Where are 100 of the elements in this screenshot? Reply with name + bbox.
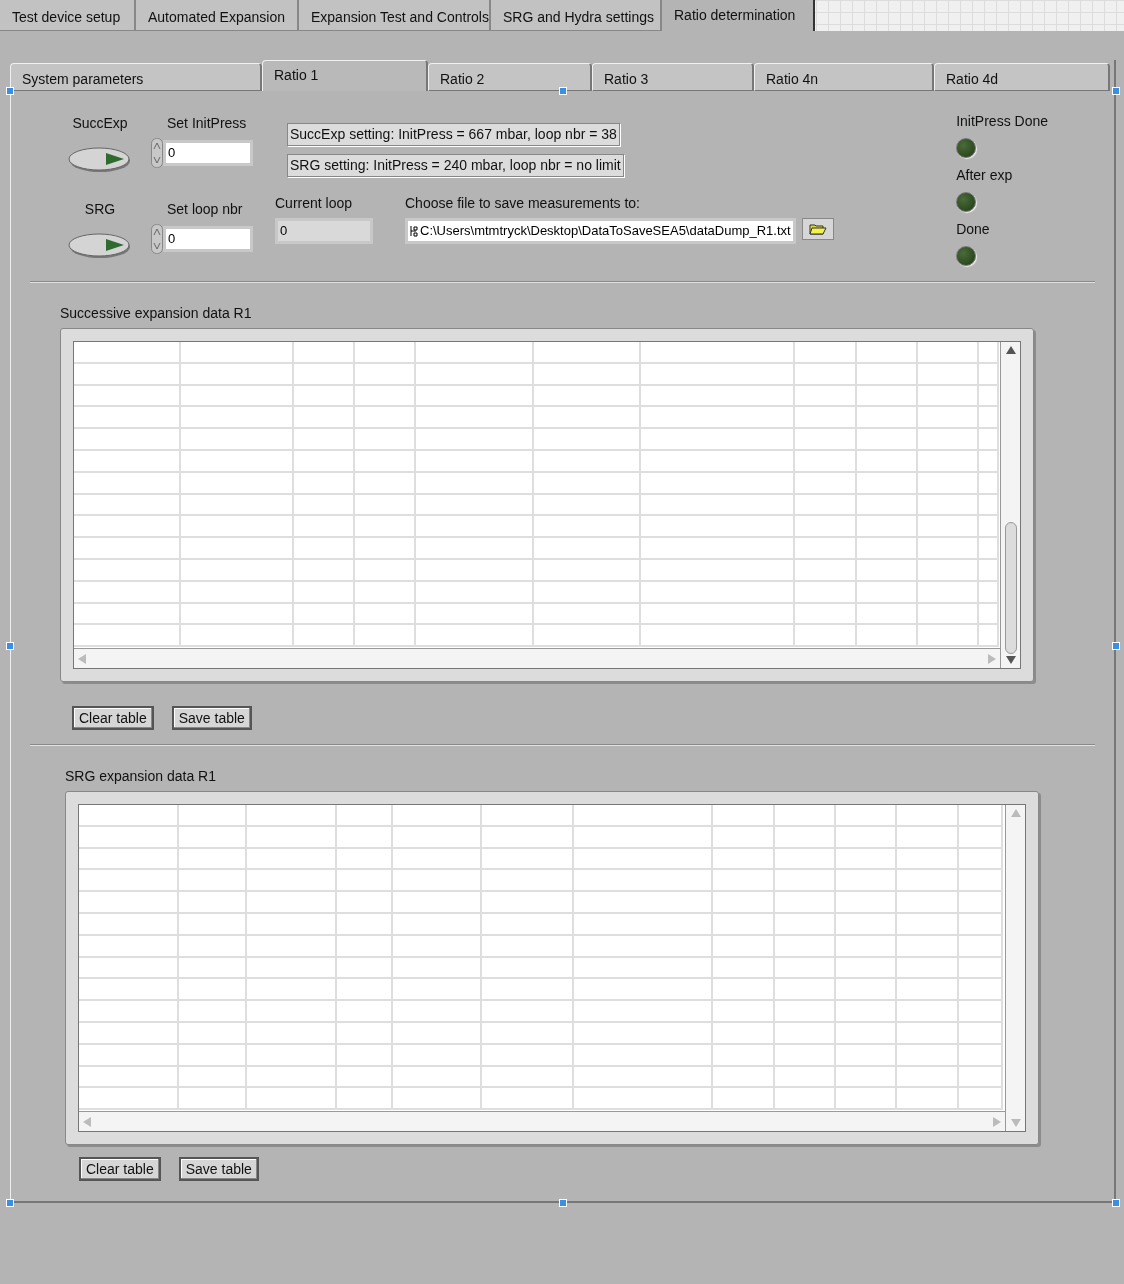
table-cell[interactable] (337, 1066, 393, 1089)
tab[interactable]: System parameters (10, 63, 262, 91)
table-cell[interactable] (574, 848, 713, 871)
table-cell[interactable] (179, 957, 247, 980)
table-cell[interactable] (181, 385, 294, 408)
selection-handle[interactable] (6, 1199, 14, 1207)
table-cell[interactable] (795, 538, 857, 560)
table-cell[interactable] (534, 559, 641, 582)
table-cell[interactable] (337, 826, 393, 849)
table-cell[interactable] (294, 472, 355, 495)
table-cell[interactable] (836, 957, 897, 980)
table-cell[interactable] (775, 914, 836, 936)
table-cell[interactable] (795, 494, 857, 517)
table-cell[interactable] (337, 935, 393, 958)
table-cell[interactable] (534, 451, 641, 473)
numeric-field[interactable]: 0 (163, 226, 253, 252)
table-cell[interactable] (247, 1044, 337, 1067)
selection-handle[interactable] (1112, 642, 1120, 650)
scroll-left-icon[interactable] (83, 1116, 91, 1127)
table-cell[interactable] (79, 914, 179, 936)
table-cell[interactable] (482, 1066, 574, 1089)
table-cell[interactable] (775, 848, 836, 871)
table-cell[interactable] (79, 935, 179, 958)
table-cell[interactable] (416, 472, 534, 495)
table-cell[interactable] (641, 494, 795, 517)
table-cell[interactable] (959, 914, 1003, 936)
table-cell[interactable] (795, 472, 857, 495)
table-cell[interactable] (79, 848, 179, 871)
table-cell[interactable] (416, 494, 534, 517)
table-cell[interactable] (247, 805, 337, 827)
table-cell[interactable] (959, 892, 1003, 914)
table-cell[interactable] (897, 979, 959, 1002)
table-cell[interactable] (294, 451, 355, 473)
table-cell[interactable] (897, 1044, 959, 1067)
table-cell[interactable] (247, 1022, 337, 1045)
table-cell[interactable] (355, 363, 416, 386)
file-path-field[interactable]: C:\Users\mtmtryck\Desktop\DataToSaveSEA5\dataDump_R1.txt (405, 218, 796, 244)
selection-handle[interactable] (1112, 87, 1120, 95)
table-cell[interactable] (918, 472, 979, 495)
table-cell[interactable] (79, 1001, 179, 1023)
table-cell[interactable] (857, 494, 918, 517)
scrollbar-thumb[interactable] (1004, 522, 1017, 654)
table-cell[interactable] (775, 1001, 836, 1023)
table-cell[interactable] (574, 805, 713, 827)
table-cell[interactable] (836, 1001, 897, 1023)
table-cell[interactable] (918, 538, 979, 560)
table-cell[interactable] (795, 516, 857, 539)
table-cell[interactable] (775, 1022, 836, 1045)
table-cell[interactable] (918, 429, 979, 451)
table-cell[interactable] (836, 979, 897, 1002)
tab[interactable]: Automated Expansion (136, 0, 299, 31)
table-cell[interactable] (416, 516, 534, 539)
table-cell[interactable] (393, 935, 482, 958)
table-cell[interactable] (534, 603, 641, 626)
toggle-switch[interactable] (68, 146, 132, 174)
table-cell[interactable] (181, 342, 294, 364)
table-cell[interactable] (897, 1022, 959, 1045)
table-cell[interactable] (247, 957, 337, 980)
table-button[interactable]: Clear table (72, 706, 154, 730)
table-cell[interactable] (355, 494, 416, 517)
table-cell[interactable] (775, 870, 836, 893)
table-cell[interactable] (836, 914, 897, 936)
table-cell[interactable] (181, 363, 294, 386)
table-cell[interactable] (416, 603, 534, 626)
table-cell[interactable] (179, 848, 247, 871)
table-cell[interactable] (795, 429, 857, 451)
table-cell[interactable] (79, 979, 179, 1002)
table-cell[interactable] (918, 581, 979, 604)
table-cell[interactable] (179, 892, 247, 914)
table-cell[interactable] (337, 914, 393, 936)
table-cell[interactable] (641, 342, 795, 364)
table-cell[interactable] (247, 914, 337, 936)
spinner-arrows-icon[interactable] (151, 138, 163, 168)
table-cell[interactable] (416, 407, 534, 430)
table-cell[interactable] (181, 472, 294, 495)
browse-button[interactable] (801, 218, 834, 240)
table-cell[interactable] (641, 407, 795, 430)
selection-handle[interactable] (559, 1199, 567, 1207)
table-cell[interactable] (247, 848, 337, 871)
table-cell[interactable] (897, 914, 959, 936)
table-cell[interactable] (836, 892, 897, 914)
table-cell[interactable] (247, 979, 337, 1002)
table-cell[interactable] (179, 914, 247, 936)
table-cell[interactable] (79, 957, 179, 980)
table-cell[interactable] (416, 538, 534, 560)
table-cell[interactable] (247, 1066, 337, 1089)
table-cell[interactable] (534, 581, 641, 604)
table-cell[interactable] (181, 603, 294, 626)
table-cell[interactable] (534, 494, 641, 517)
table-cell[interactable] (393, 892, 482, 914)
table-cell[interactable] (857, 451, 918, 473)
table-cell[interactable] (534, 363, 641, 386)
selection-handle[interactable] (1112, 1199, 1120, 1207)
table-cell[interactable] (574, 1066, 713, 1089)
table-cell[interactable] (959, 1022, 1003, 1045)
table-cell[interactable] (393, 979, 482, 1002)
table-cell[interactable] (836, 1044, 897, 1067)
table-cell[interactable] (641, 451, 795, 473)
table-cell[interactable] (713, 826, 775, 849)
tab[interactable]: Ratio determination (662, 0, 815, 31)
